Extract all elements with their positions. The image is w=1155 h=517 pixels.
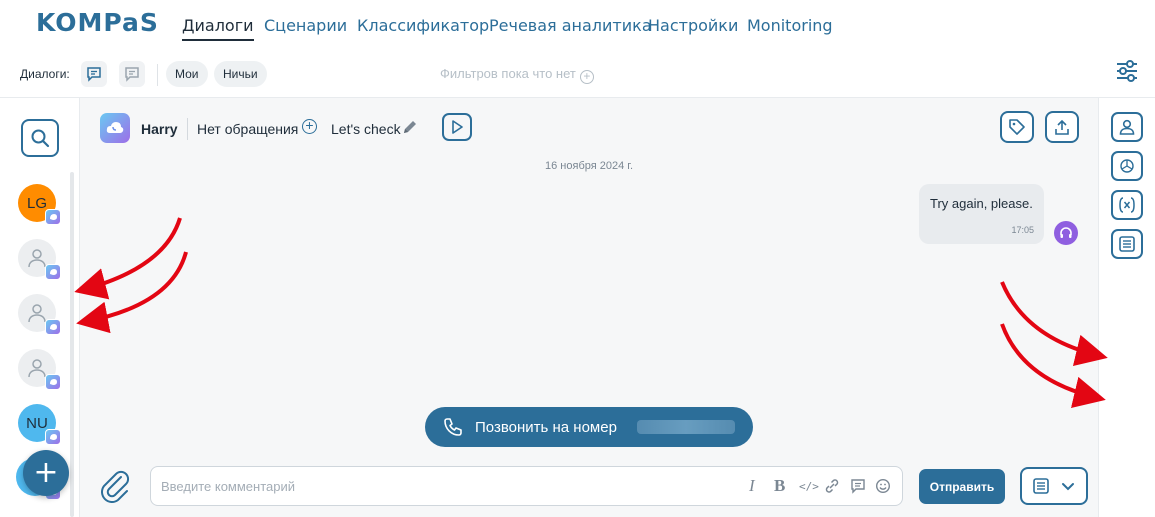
add-appeal-icon[interactable]: + <box>302 118 317 134</box>
call-number-label: Позвонить на номер <box>475 418 617 436</box>
no-filters-placeholder[interactable]: Фильтров пока что нет + <box>440 66 594 84</box>
phone-icon <box>444 418 462 436</box>
filter-bar: Диалоги: Мои Ничьи Фильтров пока что нет… <box>0 50 1155 98</box>
comment-placeholder: Введите комментарий <box>161 479 296 494</box>
phone-cloud-icon <box>106 122 124 133</box>
play-icon <box>452 120 463 134</box>
italic-icon[interactable]: I <box>749 476 755 496</box>
document-icon <box>1033 478 1049 494</box>
closed-dialogs-filter-button[interactable] <box>119 61 145 87</box>
active-dialogs-filter-button[interactable] <box>81 61 107 87</box>
app-logo[interactable]: KOMPaS <box>36 8 159 37</box>
no-filters-text: Фильтров пока что нет <box>440 66 576 81</box>
comment-input[interactable]: Введите комментарий I B </> <box>150 466 903 506</box>
plus-icon: + <box>33 455 59 490</box>
phone-channel-icon <box>45 209 61 225</box>
edit-subject-button[interactable] <box>401 118 419 141</box>
code-icon[interactable]: </> <box>799 480 819 493</box>
chat-bubble-icon <box>87 67 101 82</box>
upload-icon <box>1055 119 1069 135</box>
appeal-status: Нет обращения <box>197 121 299 137</box>
contact-name: Harry <box>141 121 178 137</box>
divider <box>157 64 158 86</box>
nav-scenarios[interactable]: Сценарии <box>264 16 347 35</box>
chat-header: Harry Нет обращения + Let's check <box>80 98 1098 156</box>
filter-pill-mine[interactable]: Мои <box>166 61 208 87</box>
nav-monitoring[interactable]: Monitoring <box>747 16 833 35</box>
paperclip-icon <box>101 470 130 503</box>
search-icon <box>31 129 50 148</box>
nav-settings[interactable]: Настройки <box>648 16 738 35</box>
redacted-phone-number <box>637 420 735 434</box>
export-button[interactable] <box>1045 111 1079 143</box>
call-number-button[interactable]: Позвонить на номер <box>425 407 753 447</box>
play-recording-button[interactable] <box>442 113 472 141</box>
contact-avatar <box>100 113 130 143</box>
filter-settings-button[interactable] <box>1114 58 1140 89</box>
openai-icon <box>1120 159 1134 173</box>
person-icon <box>1119 119 1135 135</box>
nav-classifier[interactable]: Классификатор <box>357 16 489 35</box>
variable-icon <box>1119 197 1135 213</box>
chat-panel: Harry Нет обращения + Let's check 16 ноя… <box>80 98 1098 517</box>
divider <box>187 118 188 140</box>
document-icon <box>1119 236 1135 252</box>
tag-button[interactable] <box>1000 111 1034 143</box>
headset-icon <box>1060 227 1072 238</box>
bold-icon[interactable]: B <box>774 476 785 496</box>
message-time: 17:05 <box>1011 225 1034 235</box>
comment-icon[interactable] <box>850 478 866 497</box>
nav-speech-analytics[interactable]: Речевая аналитика <box>489 16 652 35</box>
variables-button[interactable] <box>1111 190 1143 220</box>
message-text: Try again, please. <box>930 196 1033 211</box>
attach-file-button[interactable] <box>99 468 131 509</box>
tag-icon <box>1009 119 1025 135</box>
dialog-list-scrollbar[interactable] <box>70 172 74 517</box>
notes-button[interactable] <box>1111 229 1143 259</box>
top-navigation: KOMPaS Диалоги Сценарии Классификатор Ре… <box>0 0 1155 50</box>
link-icon[interactable] <box>824 478 840 497</box>
contact-info-button[interactable] <box>1111 112 1143 142</box>
chat-bubble-outline-icon <box>125 67 139 82</box>
right-toolbar <box>1098 98 1155 517</box>
search-button[interactable] <box>21 119 59 157</box>
phone-channel-icon <box>45 264 61 280</box>
filter-pill-unassigned[interactable]: Ничьи <box>214 61 267 87</box>
templates-dropdown-button[interactable] <box>1020 467 1088 505</box>
send-button[interactable]: Отправить <box>919 469 1005 504</box>
operator-avatar <box>1054 221 1078 245</box>
dialog-list-sidebar: LG NU + <box>0 98 80 517</box>
add-filter-icon[interactable]: + <box>579 70 594 84</box>
sliders-icon <box>1117 60 1137 82</box>
phone-channel-icon <box>45 429 61 445</box>
dialog-subject: Let's check <box>331 121 401 137</box>
phone-channel-icon <box>45 319 61 335</box>
chevron-down-icon <box>1062 483 1074 491</box>
nav-dialogs[interactable]: Диалоги <box>182 16 254 41</box>
message-bubble: Try again, please. 17:05 <box>919 184 1044 244</box>
phone-channel-icon <box>45 374 61 390</box>
date-separator: 16 ноября 2024 г. <box>545 160 633 172</box>
pencil-icon <box>404 121 416 133</box>
new-dialog-button[interactable]: + <box>23 450 69 496</box>
emoji-icon[interactable] <box>875 478 891 497</box>
dialogs-filter-label: Диалоги: <box>20 67 70 81</box>
ai-assistant-button[interactable] <box>1111 151 1143 181</box>
avatar-initials: LG <box>26 194 47 212</box>
avatar-initials: NU <box>26 414 48 432</box>
